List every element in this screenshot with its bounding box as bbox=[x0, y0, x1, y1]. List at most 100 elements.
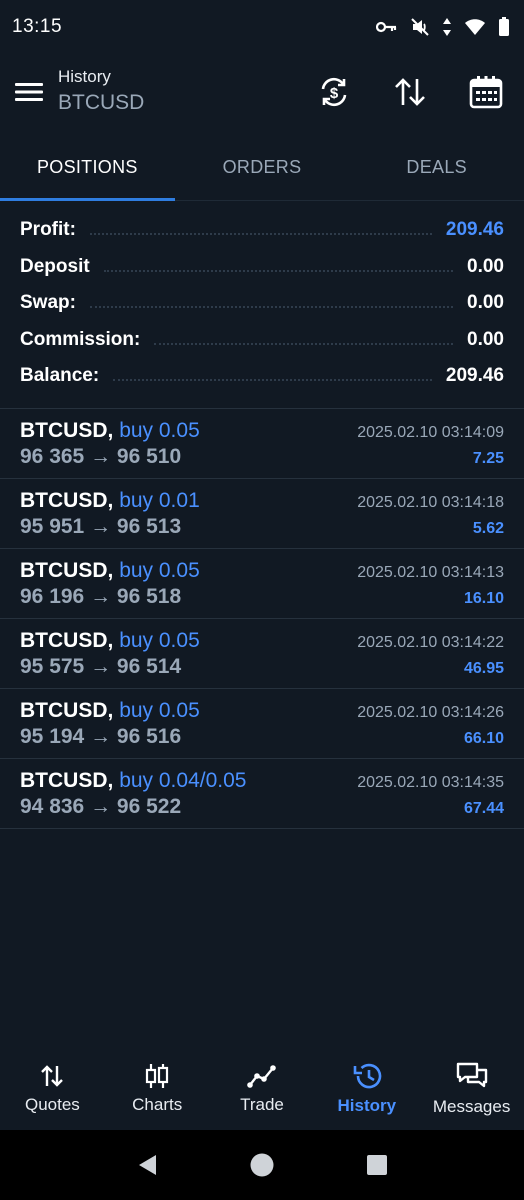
app-bar: History BTCUSD $ bbox=[0, 54, 524, 130]
currency-exchange-icon: $ bbox=[321, 77, 347, 107]
deal-prices: 96 365 → 96 510 bbox=[20, 445, 182, 468]
deal-profit: 67.44 bbox=[463, 800, 504, 817]
nav-label: Charts bbox=[132, 1095, 183, 1114]
deal-side: buy 0.01 bbox=[119, 489, 200, 512]
deal-time: 2025.02.10 03:14:35 bbox=[357, 774, 504, 791]
quotes-icon bbox=[41, 1065, 64, 1087]
data-arrows-icon bbox=[442, 17, 452, 37]
app-subtitle: History bbox=[58, 67, 111, 86]
list-item[interactable]: BTCUSD, buy 0.01 2025.02.10 03:14:18 95 … bbox=[0, 479, 524, 549]
nav-item-trade[interactable]: Trade bbox=[210, 1048, 315, 1130]
dotted-leader bbox=[89, 233, 432, 236]
summary-row-balance: Balance: 209.46 bbox=[20, 358, 504, 395]
vpn-key-icon bbox=[376, 20, 398, 34]
deal-profit: 5.62 bbox=[472, 520, 504, 537]
tab-orders[interactable]: ORDERS bbox=[175, 134, 350, 200]
deal-profit: 16.10 bbox=[463, 590, 504, 607]
summary-row-profit: Profit: 209.46 bbox=[20, 212, 504, 249]
deal-symbol: BTCUSD, bbox=[20, 419, 114, 442]
sort-button[interactable] bbox=[372, 54, 448, 130]
menu-button[interactable] bbox=[0, 54, 58, 130]
calendar-icon bbox=[469, 76, 503, 109]
currency-exchange-button[interactable]: $ bbox=[296, 54, 372, 130]
trade-icon bbox=[247, 1065, 276, 1088]
nav-label: Quotes bbox=[24, 1095, 80, 1114]
nav-item-quotes[interactable]: Quotes bbox=[0, 1048, 105, 1130]
deal-prices: 95 575 → 96 514 bbox=[20, 655, 182, 678]
back-triangle-icon bbox=[138, 1155, 156, 1175]
dotted-leader bbox=[103, 269, 454, 272]
summary-value: 209.46 bbox=[445, 219, 504, 241]
dotted-leader bbox=[89, 306, 454, 309]
summary-value: 0.00 bbox=[467, 328, 504, 350]
nav-item-charts[interactable]: Charts bbox=[105, 1048, 210, 1130]
wifi-icon bbox=[464, 18, 486, 36]
list-item[interactable]: BTCUSD, buy 0.05 2025.02.10 03:14:13 96 … bbox=[0, 549, 524, 619]
summary-label: Swap: bbox=[20, 292, 76, 314]
nav-label: Trade bbox=[240, 1095, 284, 1114]
deal-symbol: BTCUSD, bbox=[20, 629, 114, 652]
deal-profit: 46.95 bbox=[463, 660, 504, 677]
app-actions: $ bbox=[296, 54, 524, 130]
status-icons bbox=[376, 17, 510, 37]
deal-time: 2025.02.10 03:14:09 bbox=[357, 424, 504, 441]
deal-prices: 95 951 → 96 513 bbox=[20, 515, 182, 538]
hamburger-icon bbox=[15, 83, 43, 101]
deal-symbol: BTCUSD, bbox=[20, 769, 114, 792]
deal-profit: 7.25 bbox=[472, 450, 504, 467]
deal-time: 2025.02.10 03:14:18 bbox=[357, 494, 504, 511]
summary-label: Profit: bbox=[20, 219, 76, 241]
dotted-leader bbox=[154, 342, 454, 345]
nav-item-messages[interactable]: Messages bbox=[419, 1048, 524, 1130]
list-item[interactable]: BTCUSD, buy 0.05 2025.02.10 03:14:22 95 … bbox=[0, 619, 524, 689]
deal-symbol: BTCUSD, bbox=[20, 559, 114, 582]
summary-row-swap: Swap: 0.00 bbox=[20, 285, 504, 322]
title-block: History BTCUSD bbox=[58, 66, 296, 118]
summary-value: 0.00 bbox=[467, 292, 504, 314]
deal-side: buy 0.05 bbox=[119, 559, 200, 582]
tab-deals[interactable]: DEALS bbox=[349, 134, 524, 200]
recents-button[interactable] bbox=[366, 1154, 388, 1176]
nav-label: Messages bbox=[432, 1097, 511, 1116]
deal-time: 2025.02.10 03:14:26 bbox=[357, 704, 504, 721]
dotted-leader bbox=[113, 379, 432, 382]
back-button[interactable] bbox=[136, 1153, 158, 1177]
nav-item-history[interactable]: History bbox=[314, 1048, 419, 1130]
deal-symbol: BTCUSD, bbox=[20, 489, 114, 512]
mute-icon bbox=[410, 17, 430, 37]
deal-prices: 96 196 → 96 518 bbox=[20, 585, 182, 608]
deal-side: buy 0.05 bbox=[119, 419, 200, 442]
summary-value: 209.46 bbox=[445, 365, 504, 387]
home-button[interactable] bbox=[249, 1152, 275, 1178]
deal-side: buy 0.04/0.05 bbox=[119, 769, 247, 792]
list-item[interactable]: BTCUSD, buy 0.05 2025.02.10 03:14:26 95 … bbox=[0, 689, 524, 759]
recents-square-icon bbox=[367, 1155, 388, 1175]
deal-time: 2025.02.10 03:14:13 bbox=[357, 564, 504, 581]
deal-prices: 95 194 → 96 516 bbox=[20, 725, 182, 748]
charts-icon bbox=[146, 1064, 169, 1088]
deal-side: buy 0.05 bbox=[119, 699, 200, 722]
summary-value: 0.00 bbox=[467, 255, 504, 277]
list-item[interactable]: BTCUSD, buy 0.05 2025.02.10 03:14:09 96 … bbox=[0, 409, 524, 479]
bottom-nav: Quotes Charts Trade History Messages bbox=[0, 1048, 524, 1130]
status-time: 13:15 bbox=[12, 16, 63, 37]
nav-label: History bbox=[337, 1096, 397, 1115]
sort-arrows-icon bbox=[395, 78, 425, 106]
deal-side: buy 0.05 bbox=[119, 629, 200, 652]
deal-symbol: BTCUSD, bbox=[20, 699, 114, 722]
deal-profit: 66.10 bbox=[463, 730, 504, 747]
deal-prices: 94 836 → 96 522 bbox=[20, 795, 182, 818]
summary-row-commission: Commission: 0.00 bbox=[20, 322, 504, 359]
system-nav-bar bbox=[0, 1130, 524, 1200]
svg-text:$: $ bbox=[330, 85, 339, 102]
summary-label: Deposit bbox=[20, 255, 90, 277]
deal-time: 2025.02.10 03:14:22 bbox=[357, 634, 504, 651]
summary-label: Commission: bbox=[20, 328, 141, 350]
battery-icon bbox=[498, 17, 510, 37]
app-title[interactable]: BTCUSD bbox=[58, 88, 296, 118]
list-item[interactable]: BTCUSD, buy 0.04/0.05 2025.02.10 03:14:3… bbox=[0, 759, 524, 829]
tab-bar: POSITIONS ORDERS DEALS bbox=[0, 134, 524, 201]
tab-positions[interactable]: POSITIONS bbox=[0, 134, 175, 201]
home-circle-icon bbox=[250, 1153, 274, 1177]
calendar-button[interactable] bbox=[448, 54, 524, 130]
